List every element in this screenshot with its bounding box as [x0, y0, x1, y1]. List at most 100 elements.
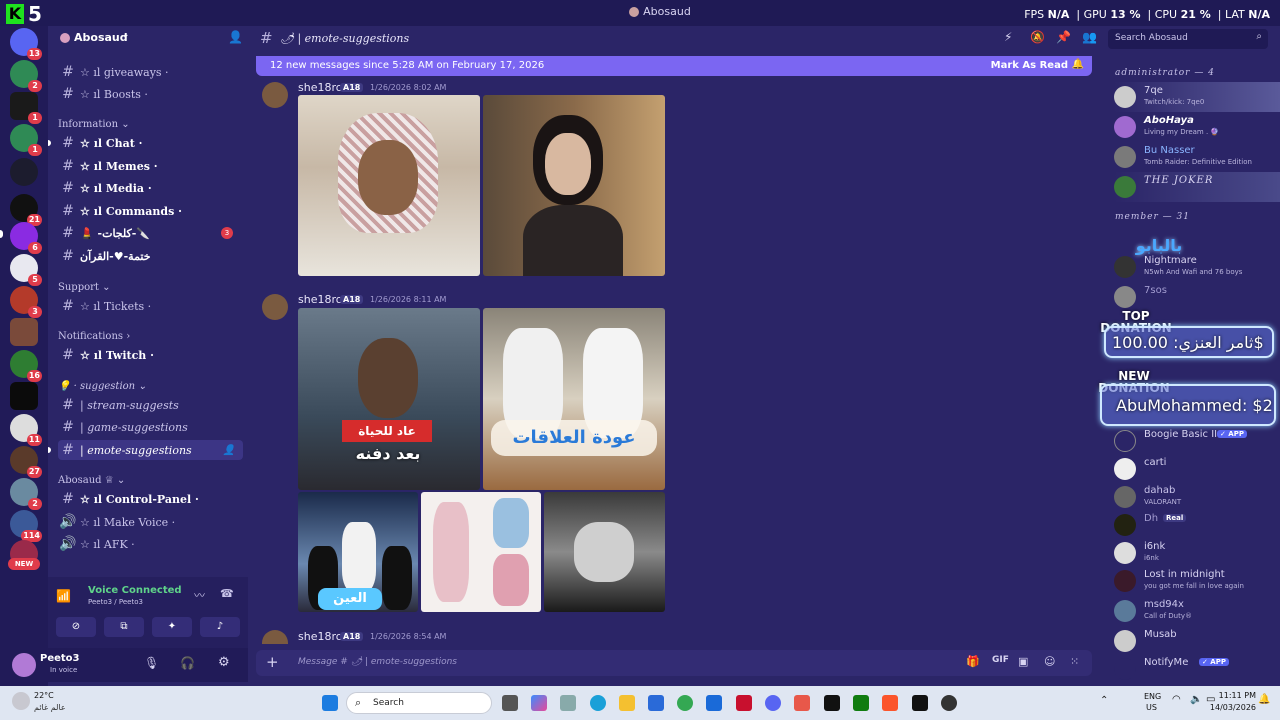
server-icon[interactable]: 11 — [10, 414, 42, 446]
gif-icon[interactable]: GIF — [992, 655, 1009, 665]
add-member-icon[interactable]: 👤 — [223, 445, 235, 456]
threads-icon[interactable]: ⚡ — [1004, 30, 1012, 44]
avatar[interactable] — [262, 82, 288, 108]
member-item[interactable]: i6nk i6nk — [1114, 538, 1280, 568]
member-item[interactable]: Musab — [1114, 626, 1280, 656]
member-item[interactable]: msd94x Call of Duty® — [1114, 596, 1280, 626]
add-attachment-icon[interactable]: + — [266, 653, 279, 671]
channel-commands[interactable]: # ☆ ıl Commands · — [58, 201, 243, 221]
username[interactable]: Peeto3 — [40, 653, 80, 664]
react-icon[interactable] — [560, 695, 576, 711]
member-item[interactable]: carti — [1114, 454, 1280, 484]
member-item[interactable]: Bu Nasser Tomb Raider: Definitive Edition — [1114, 142, 1280, 172]
channel-tickets[interactable]: # ☆ ıl Tickets · — [58, 296, 243, 316]
soundboard-button[interactable]: ♪ — [200, 617, 240, 637]
member-item[interactable]: NotifyMe ✓ APP — [1114, 654, 1280, 684]
app-icon[interactable] — [794, 695, 810, 711]
message-composer[interactable]: + Message # 🌶 | emote-suggestions 🎁 GIF … — [256, 650, 1092, 676]
copilot-icon[interactable] — [531, 695, 547, 711]
activities-button[interactable]: ✦ — [152, 617, 192, 637]
avatar[interactable] — [262, 630, 288, 644]
server-icon[interactable]: 2 — [10, 478, 42, 510]
server-icon[interactable]: 5 — [10, 254, 42, 286]
settings-gear-icon[interactable]: ⚙ — [218, 655, 230, 670]
mute-icon[interactable]: 🔕 — [1030, 30, 1045, 44]
discord-icon[interactable] — [765, 695, 781, 711]
server-icon[interactable]: 2 — [10, 60, 42, 92]
guild-header[interactable]: Abosaud ⌄ 👤 — [48, 26, 248, 52]
channel-afk[interactable]: 🔊 ☆ ıl AFK · — [58, 534, 243, 554]
channel-game-suggestions[interactable]: # | game-suggestions — [58, 417, 243, 437]
channel-giveaways[interactable]: # ☆ ıl giveaways · — [58, 62, 243, 82]
region-code[interactable]: US — [1146, 703, 1157, 712]
task-view-icon[interactable] — [502, 695, 518, 711]
message-image[interactable] — [544, 492, 665, 612]
sticker-icon[interactable]: ▣ — [1018, 655, 1028, 668]
member-item[interactable]: 7qe Twitch/kick: 7qe0 — [1114, 82, 1280, 112]
brave-icon[interactable] — [882, 695, 898, 711]
member-item[interactable]: Nightmare N5wh And Wafi and 76 boys — [1114, 252, 1280, 282]
emoji-icon[interactable]: ☺ — [1044, 655, 1055, 668]
tiktok-icon[interactable] — [912, 695, 928, 711]
server-icon[interactable]: 21 — [10, 194, 42, 226]
server-icon[interactable]: 1 — [10, 124, 42, 156]
member-item[interactable]: AboHaya Living my Dream . 🔮 — [1114, 112, 1280, 142]
channel-twitch[interactable]: # ☆ ıl Twitch · — [58, 345, 243, 365]
direct-messages-icon[interactable]: 13 — [10, 28, 42, 60]
volume-icon[interactable]: 🔈 — [1190, 694, 1202, 705]
message-image[interactable]: عاد للحياة بعد دفنه — [298, 308, 480, 490]
microphone-icon[interactable]: 🎙 — [144, 656, 159, 670]
language-code[interactable]: ENG — [1144, 692, 1161, 701]
voice-status[interactable]: Voice Connected — [88, 585, 182, 596]
member-item[interactable]: Dh Real — [1114, 510, 1280, 540]
server-icon[interactable]: 27 — [10, 446, 42, 478]
edge-icon[interactable] — [590, 695, 606, 711]
xbox-icon[interactable] — [853, 695, 869, 711]
pin-icon[interactable]: 📌 — [1056, 30, 1071, 44]
category-suggestion[interactable]: 💡 · suggestion ⌄ — [58, 381, 147, 392]
headphones-icon[interactable]: 🎧 — [180, 656, 195, 670]
message-author[interactable]: she18ro — [298, 293, 342, 306]
server-icon[interactable]: 6 — [10, 222, 42, 254]
channel-quran[interactable]: # ختمة-♥-القرآن — [58, 246, 243, 266]
gift-icon[interactable]: 🎁 — [966, 655, 980, 668]
server-icon[interactable] — [10, 158, 38, 186]
member-item[interactable]: Boogie Basic II ✓ APP — [1114, 426, 1280, 456]
channel-kalgat[interactable]: # 💄 -كلجات-🔪 3 — [58, 223, 243, 243]
file-explorer-icon[interactable] — [619, 695, 635, 711]
server-icon[interactable]: 16 — [10, 350, 42, 382]
clock-time[interactable]: 11:11 PM — [1216, 691, 1256, 700]
capcut-icon[interactable] — [824, 695, 840, 711]
member-item[interactable]: THE JOKER — [1114, 172, 1280, 202]
apps-icon[interactable]: ⁙ — [1070, 655, 1079, 668]
member-item[interactable]: 7sos — [1114, 282, 1280, 312]
obs-icon[interactable] — [941, 695, 957, 711]
server-icon[interactable]: 1 — [10, 92, 42, 124]
message-image[interactable]: عودة العلاقات — [483, 308, 665, 490]
channel-boosts[interactable]: # ☆ ıl Boosts · — [58, 84, 243, 104]
new-messages-bar[interactable]: 12 new messages since 5:28 AM on Februar… — [256, 56, 1092, 76]
screen-share-button[interactable]: ⧉ — [104, 617, 144, 637]
noise-suppression-icon[interactable]: 〰 — [194, 587, 205, 603]
weather-icon[interactable] — [12, 692, 30, 710]
server-icon[interactable]: 3 — [10, 286, 42, 318]
adobe-icon[interactable] — [736, 695, 752, 711]
message-image[interactable] — [298, 95, 480, 276]
add-member-icon[interactable]: 👤 — [228, 30, 243, 44]
message-author[interactable]: she18ro — [298, 81, 342, 94]
camera-button[interactable]: ⊘ — [56, 617, 96, 637]
channel-media[interactable]: # ☆ ıl Media · — [58, 178, 243, 198]
mark-as-read-button[interactable]: Mark As Read — [991, 60, 1068, 71]
category-abosaud[interactable]: Abosaud ♕ ⌄ — [58, 475, 125, 486]
mail-icon[interactable] — [706, 695, 722, 711]
message-author[interactable]: she18ro — [298, 630, 342, 643]
category-notifications[interactable]: Notifications › — [58, 331, 130, 342]
search-input[interactable]: Search Abosaud ⌕ — [1108, 29, 1268, 49]
server-icon[interactable] — [10, 318, 38, 346]
kick-server-icon[interactable] — [10, 382, 38, 410]
message-image[interactable]: العين — [298, 492, 418, 612]
wifi-icon[interactable]: ◠ — [1172, 694, 1181, 705]
avatar[interactable] — [262, 294, 288, 320]
chrome-icon[interactable] — [677, 695, 693, 711]
message-image[interactable] — [483, 95, 665, 276]
